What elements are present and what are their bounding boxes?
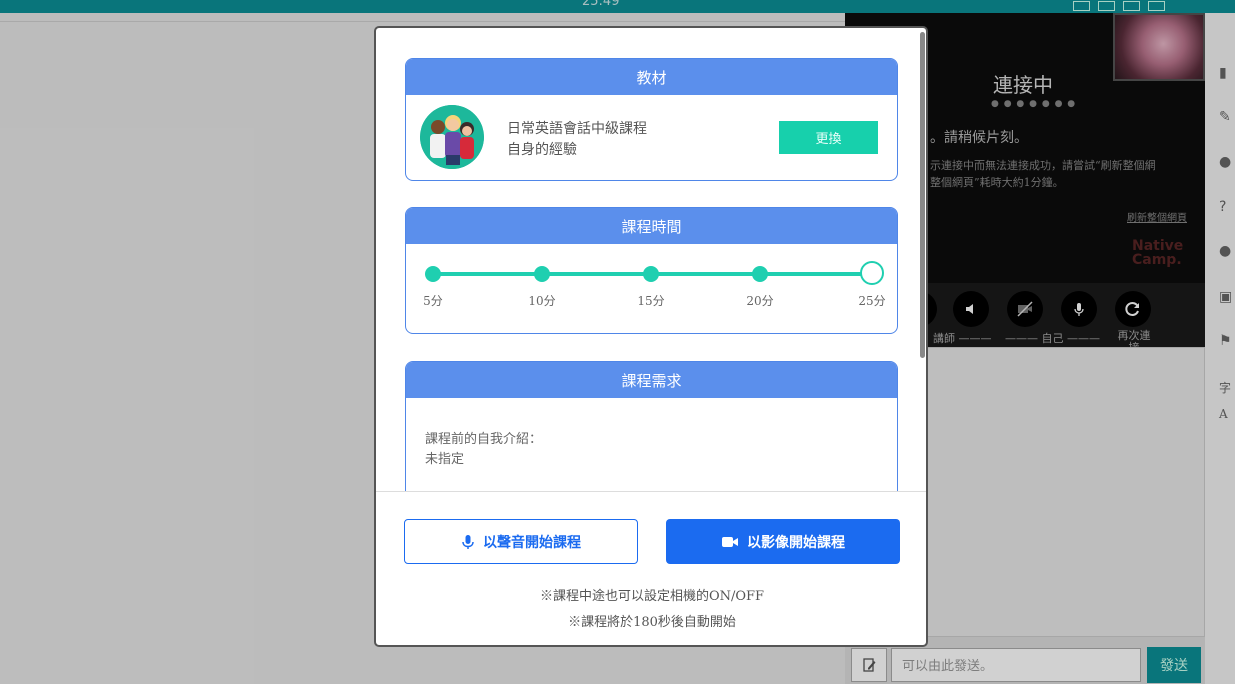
modal-scrollbar[interactable] — [920, 32, 925, 358]
start-video-lesson-button[interactable]: 以影像開始課程 — [666, 519, 900, 564]
duration-tick-label: 25分 — [858, 294, 886, 308]
auto-start-note: ※課程將於180秒後自動開始 — [568, 615, 736, 630]
requests-card: 課程需求 課程前的自我介紹： 未指定 — [405, 361, 898, 491]
duration-tick-label: 15分 — [637, 294, 665, 308]
voice-button-label: 以聲音開始課程 — [483, 534, 581, 551]
duration-header: 課程時間 — [406, 208, 897, 244]
microphone-icon — [462, 534, 474, 549]
duration-stop-15[interactable] — [643, 266, 659, 282]
change-material-button[interactable]: 更換 — [779, 121, 878, 154]
requests-header: 課程需求 — [406, 362, 897, 398]
self-intro-value: 未指定 — [425, 452, 465, 467]
start-voice-lesson-button[interactable]: 以聲音開始課程 — [404, 519, 638, 564]
duration-stop-20[interactable] — [752, 266, 768, 282]
course-title: 日常英語會話中級課程 — [507, 121, 647, 137]
video-button-label: 以影像開始課程 — [747, 534, 845, 551]
camera-toggle-note: ※課程中途也可以設定相機的ON/OFF — [539, 589, 765, 604]
material-header: 教材 — [406, 59, 897, 95]
lesson-start-modal: 教材 日常英語會話中級課程 自身的經驗 更換 課程時間 5分 10分 15分 2… — [374, 26, 928, 647]
modal-scroll-area: 教材 日常英語會話中級課程 自身的經驗 更換 課程時間 5分 10分 15分 2… — [376, 28, 926, 491]
duration-stop-25-selected[interactable] — [860, 261, 884, 285]
duration-card: 課程時間 5分 10分 15分 20分 25分 — [405, 207, 898, 334]
course-avatar-illustration — [420, 105, 484, 169]
duration-tick-label: 10分 — [528, 294, 556, 308]
people-illustration-icon — [420, 105, 484, 169]
video-camera-icon — [722, 536, 738, 547]
lesson-title: 自身的經驗 — [507, 142, 577, 158]
duration-stop-10[interactable] — [534, 266, 550, 282]
duration-tick-label: 5分 — [423, 294, 443, 308]
duration-stop-5[interactable] — [425, 266, 441, 282]
duration-tick-label: 20分 — [746, 294, 774, 308]
self-intro-label: 課程前的自我介紹： — [425, 432, 543, 447]
material-card: 教材 日常英語會話中級課程 自身的經驗 更換 — [405, 58, 898, 181]
modal-divider — [376, 491, 926, 492]
